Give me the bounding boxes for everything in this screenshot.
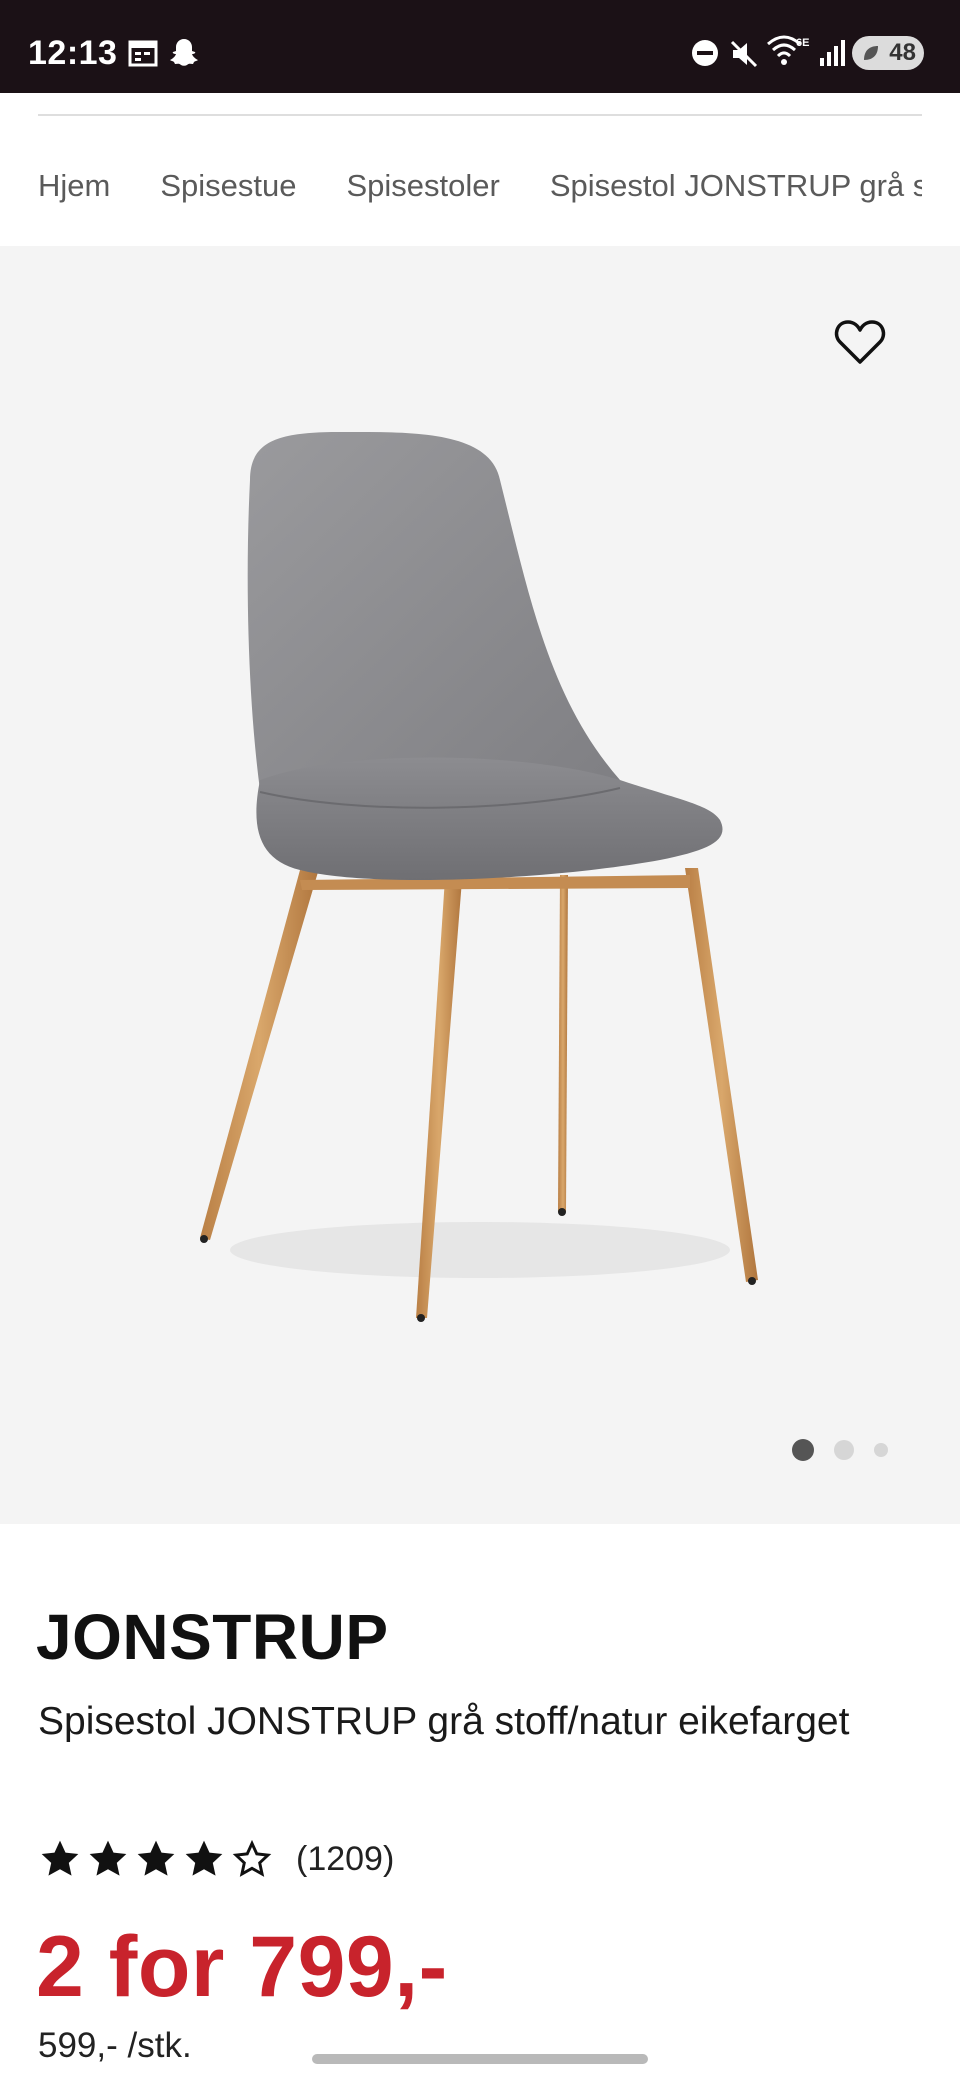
home-indicator[interactable] [312,2054,648,2064]
calendar-icon [128,40,158,67]
product-rating[interactable]: (1209) [38,1834,394,1884]
signal-icon [820,40,845,66]
star-filled-icon [185,1840,223,1876]
star-outline-icon [232,1839,272,1877]
breadcrumb-current-product[interactable]: Spisestol JONSTRUP grå stoff/natur eikef… [550,168,922,204]
product-title: Spisestol JONSTRUP grå stoff/natur eikef… [38,1700,850,1743]
star-filled-icon [89,1840,127,1876]
battery-saver-icon [864,46,878,60]
star-filled-icon [137,1840,175,1876]
mute-icon [730,40,758,68]
network-label: 6E [796,37,809,49]
gallery-pagination [792,1438,888,1462]
battery-level: 48 [889,39,916,66]
review-count[interactable]: (1209) [296,1840,394,1879]
breadcrumb-home[interactable]: Hjem [38,168,110,204]
breadcrumb: Hjem Spisestue Spisestoler Spisestol JON… [38,166,922,206]
rating-stars [38,1837,274,1881]
gallery-dot-3[interactable] [874,1443,888,1457]
battery-icon: 48 [852,36,924,70]
product-price: 2 for 799,- [36,1919,448,2015]
product-image[interactable] [190,420,770,1340]
header-divider [38,114,922,116]
product-brand: JONSTRUP [36,1601,389,1673]
unit-price: 599,- /stk. [38,2026,192,2065]
dnd-icon [692,40,718,66]
snapchat-icon [170,39,198,66]
status-bar: 12:13 6E 48 [0,0,960,93]
gallery-dot-2[interactable] [834,1440,854,1460]
breadcrumb-dining-room[interactable]: Spisestue [160,168,296,204]
gallery-dot-1[interactable] [792,1439,814,1461]
status-time: 12:13 [28,34,118,72]
breadcrumb-dining-chairs[interactable]: Spisestoler [346,168,499,204]
star-filled-icon [41,1840,79,1876]
wifi-icon: 6E [767,35,809,65]
heart-outline-icon[interactable] [834,318,886,366]
